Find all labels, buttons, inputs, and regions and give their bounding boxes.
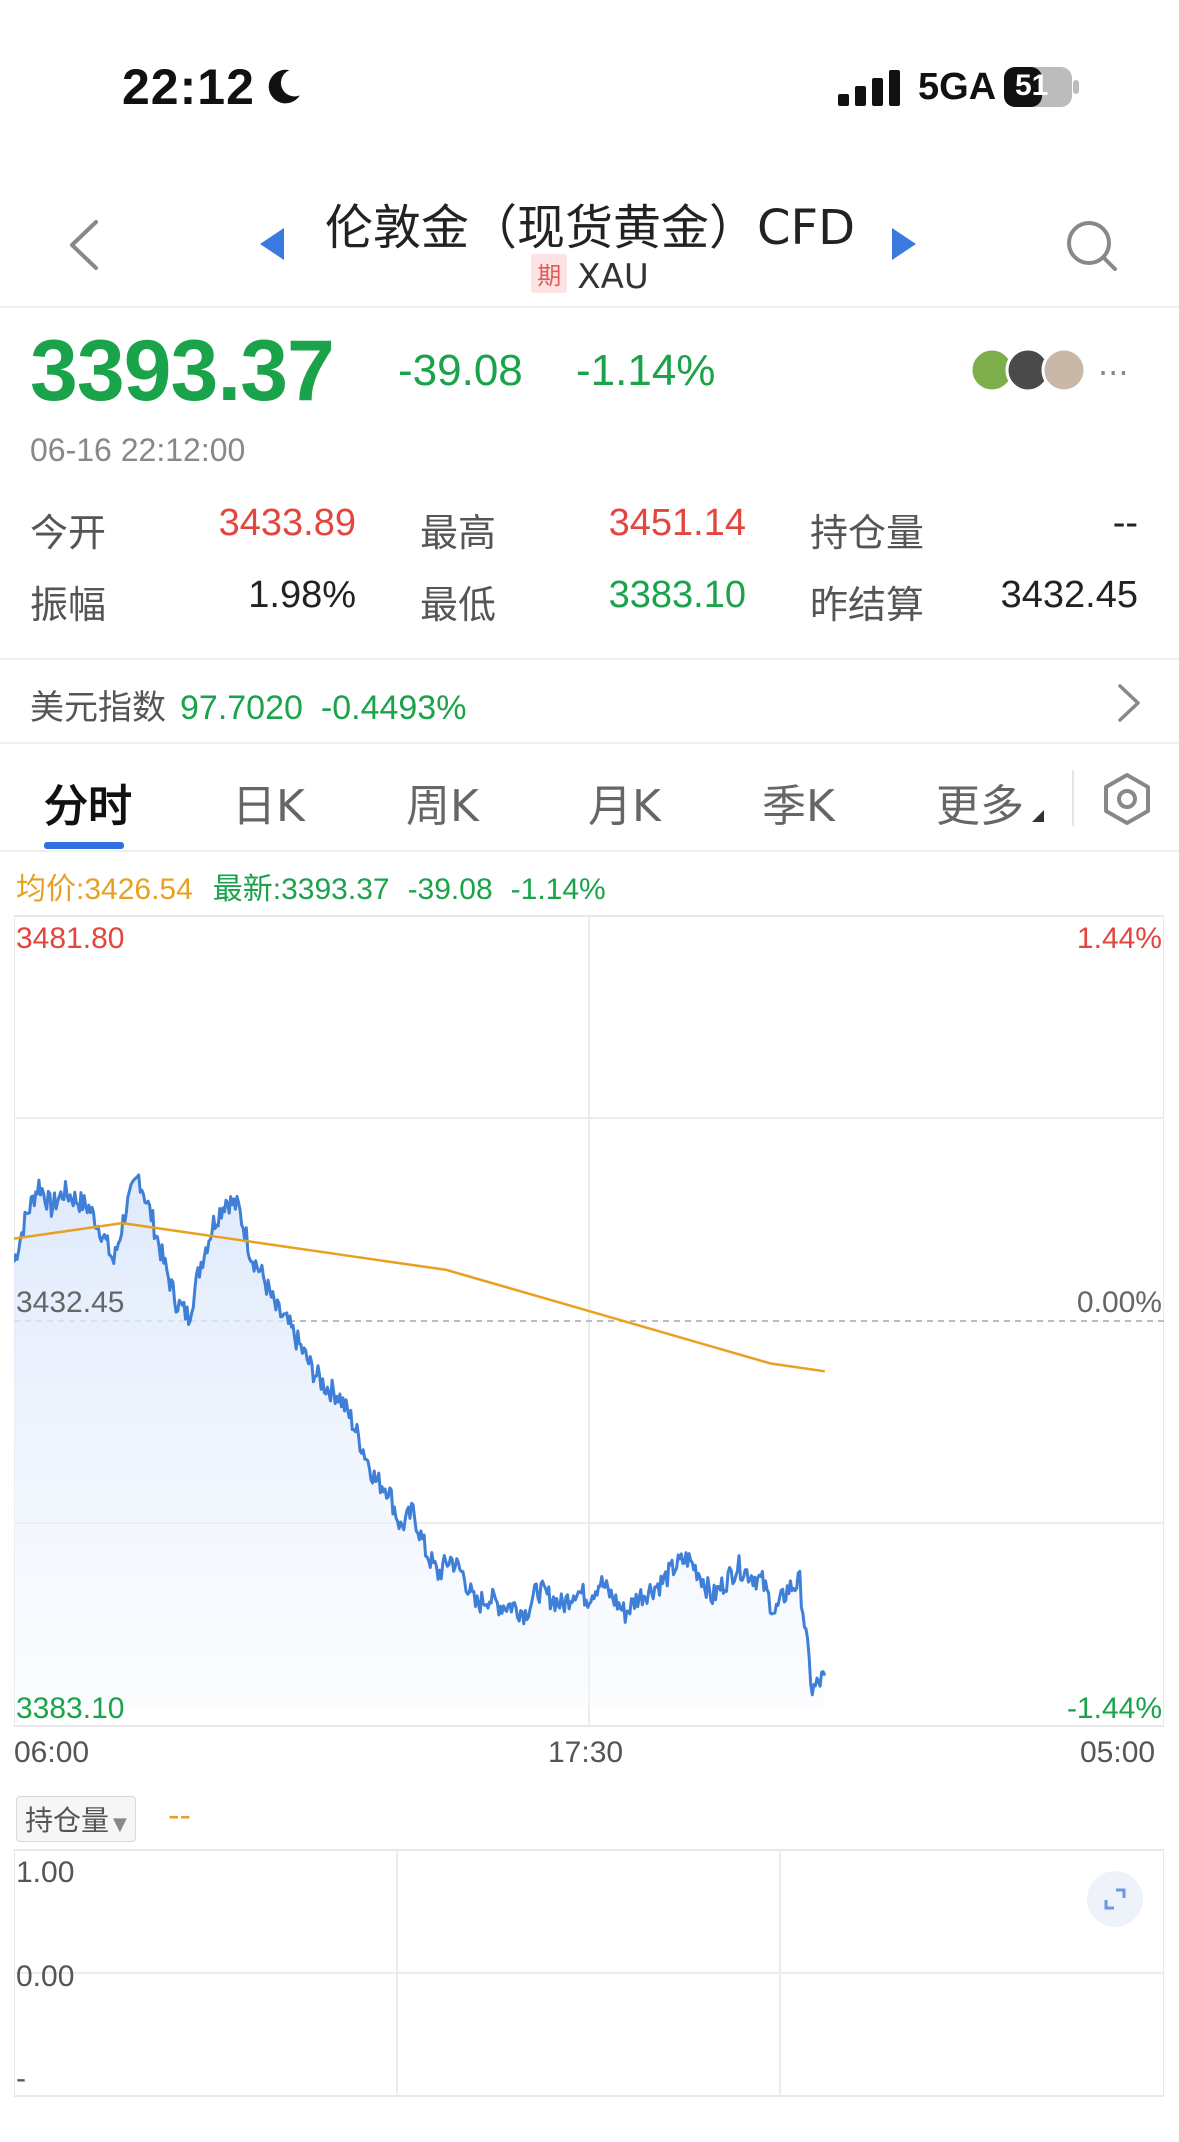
- network-label: 5GA: [918, 66, 997, 108]
- user-avatars[interactable]: [970, 346, 1086, 394]
- indicator-value: --: [168, 1796, 192, 1834]
- instrument-subtitle: 期 XAU: [300, 254, 880, 297]
- indicator-selector-label: 持仓量: [25, 1804, 110, 1837]
- tab-daily-k[interactable]: 日K: [232, 770, 305, 834]
- search-icon[interactable]: [1064, 218, 1120, 274]
- tab-intraday[interactable]: 分时: [44, 770, 132, 834]
- dropdown-icon: ▼: [113, 1814, 127, 1835]
- battery-level: 51: [1015, 69, 1049, 102]
- last-price: 3393.37: [30, 323, 335, 419]
- intraday-chart[interactable]: 3481.80 3432.45 3383.10 1.44% 0.00% -1.4…: [14, 914, 1164, 1728]
- more-caret-icon: [1032, 810, 1044, 822]
- header-divider: [0, 306, 1179, 308]
- tab-active-underline: [44, 842, 124, 849]
- price-change-pct: -1.14%: [576, 346, 716, 395]
- tabs-divider: [1072, 770, 1074, 826]
- low-label: 最低: [420, 583, 497, 627]
- y-min-label: 3383.10: [16, 1692, 124, 1725]
- usd-index-change: -0.4493%: [320, 689, 467, 727]
- y-mid-pct-label: 0.00%: [1077, 1286, 1162, 1319]
- price-area: [14, 1175, 825, 1706]
- battery-icon: 51: [1003, 66, 1081, 108]
- instrument-title: 伦敦金（现货黄金）CFD: [324, 200, 856, 256]
- oi-y-neg: -: [16, 2062, 26, 2095]
- price-change: -39.08: [398, 346, 523, 395]
- tab-more[interactable]: 更多: [936, 770, 1024, 834]
- oi-y-zero: 0.00: [16, 1960, 74, 1993]
- tab-quarterly-k[interactable]: 季K: [762, 770, 835, 834]
- next-instrument-icon[interactable]: [890, 226, 918, 262]
- legend-pct: -1.14%: [510, 873, 606, 906]
- x-label-start: 06:00: [14, 1736, 90, 1769]
- settings-icon[interactable]: [1100, 772, 1154, 826]
- amplitude-label: 振幅: [30, 583, 107, 627]
- amplitude-value: 1.98%: [248, 574, 356, 616]
- prev-settle-label: 昨结算: [810, 583, 925, 627]
- x-label-mid: 17:30: [548, 1736, 624, 1769]
- futures-tag: 期: [531, 254, 568, 293]
- y-min-pct-label: -1.44%: [1067, 1692, 1162, 1725]
- back-icon[interactable]: [64, 218, 104, 272]
- stats-divider: [0, 658, 1179, 660]
- high-label: 最高: [420, 511, 497, 555]
- open-interest-value: --: [1112, 502, 1138, 544]
- expand-icon[interactable]: [1086, 1870, 1144, 1928]
- oi-y-max: 1.00: [16, 1856, 74, 1889]
- y-max-label: 3481.80: [16, 922, 124, 955]
- usd-index-label: 美元指数: [30, 688, 166, 728]
- quote-timestamp: 06-16 22:12:00: [30, 432, 246, 468]
- prev-settle-value: 3432.45: [1000, 574, 1138, 616]
- indicator-selector[interactable]: 持仓量 ▼: [16, 1796, 136, 1842]
- chart-legend: 均价:3426.54 最新:3393.37 -39.08 -1.14%: [16, 864, 606, 908]
- usd-index-value: 97.7020: [180, 689, 303, 727]
- open-value: 3433.89: [218, 502, 356, 544]
- open-interest-label: 持仓量: [810, 511, 925, 555]
- more-icon[interactable]: ···: [1098, 354, 1129, 392]
- y-mid-label: 3432.45: [16, 1286, 124, 1319]
- instrument-symbol: XAU: [577, 257, 649, 297]
- chevron-right-icon[interactable]: [1116, 682, 1142, 724]
- legend-change: -39.08: [407, 873, 493, 906]
- usd-index-row[interactable]: 美元指数 97.7020 -0.4493%: [30, 680, 466, 729]
- tabs-bottom-divider: [0, 850, 1179, 852]
- status-time: 22:12: [122, 59, 255, 115]
- tab-weekly-k[interactable]: 周K: [406, 770, 479, 834]
- legend-average: 均价:3426.54: [16, 873, 193, 906]
- high-value: 3451.14: [608, 502, 746, 544]
- prev-instrument-icon[interactable]: [258, 226, 286, 262]
- tab-monthly-k[interactable]: 月K: [588, 770, 661, 834]
- signal-icon: [838, 70, 900, 106]
- usd-divider: [0, 742, 1179, 744]
- legend-latest: 最新:3393.37: [212, 873, 390, 906]
- x-label-end: 05:00: [1080, 1736, 1156, 1769]
- open-interest-chart: 1.00 0.00 -: [14, 1849, 1164, 2097]
- y-max-pct-label: 1.44%: [1077, 922, 1162, 955]
- moon-icon: [268, 69, 300, 104]
- low-value: 3383.10: [608, 574, 746, 616]
- open-label: 今开: [30, 511, 107, 555]
